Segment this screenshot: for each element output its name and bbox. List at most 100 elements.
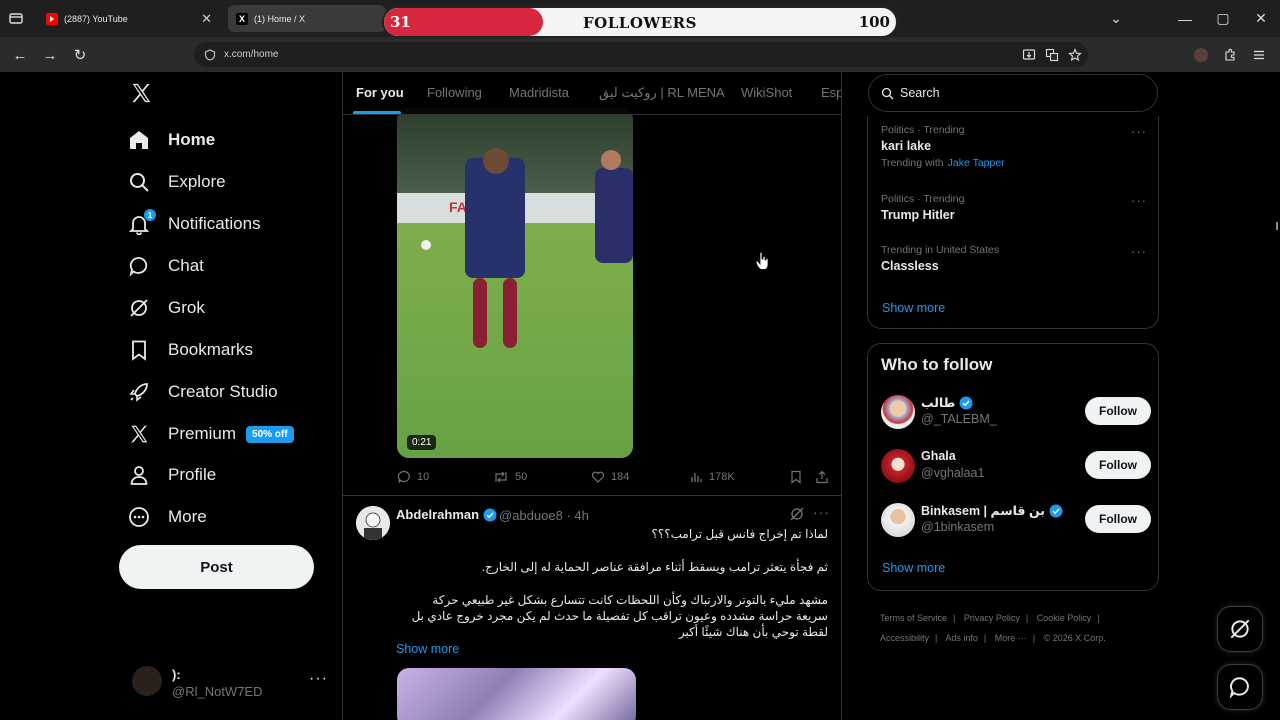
tweet-author-name[interactable]: Abdelrahman <box>396 507 497 522</box>
tweet-media[interactable] <box>397 668 636 720</box>
tweet-show-more-link[interactable]: Show more <box>396 642 459 656</box>
suggested-user[interactable]: Binkasem | بن قاسم @1binkasem Follow <box>881 500 1151 540</box>
reply-button[interactable]: 10 <box>397 470 429 484</box>
grok-floating-button[interactable] <box>1217 606 1263 652</box>
tweet-text-line: ثم فجأة يتعثر ترامب ويسقط أثناء مرافقة ع… <box>481 560 828 574</box>
profile-avatar-icon[interactable] <box>1190 44 1212 66</box>
url-field[interactable]: x.com/home <box>194 42 1088 67</box>
trend-category: Politics · Trending <box>881 124 965 136</box>
tab-for-you[interactable]: For you <box>356 85 404 100</box>
tab-search-chevron-icon[interactable]: ⌄ <box>1097 0 1135 37</box>
messages-floating-button[interactable] <box>1217 664 1263 710</box>
tab-esp[interactable]: Esp <box>821 85 841 100</box>
footer-copyright: © 2026 X Corp. <box>1043 633 1106 643</box>
reload-icon[interactable]: ↻ <box>68 44 92 66</box>
tab-actions-icon[interactable] <box>8 10 24 26</box>
followers-goal: 100 <box>858 13 890 31</box>
repost-count: 50 <box>515 471 528 483</box>
tab-wikishot[interactable]: WikiShot <box>741 85 792 100</box>
avatar[interactable] <box>881 395 915 429</box>
tab-rl-mena[interactable]: روكيت ليق | RL MENA <box>599 85 725 101</box>
forward-icon[interactable]: → <box>38 44 62 66</box>
close-window-icon[interactable]: ✕ <box>1242 0 1280 37</box>
trend-with-name[interactable]: Jake Tapper <box>948 157 1005 169</box>
footer-more-link[interactable]: More ··· <box>995 633 1027 643</box>
footer-sep: | <box>983 633 987 643</box>
tweet-time[interactable]: 4h <box>574 508 588 523</box>
verified-badge-icon <box>1049 504 1063 517</box>
nav-creator-studio[interactable]: Creator Studio <box>128 372 278 412</box>
account-switcher[interactable]: ): @Rl_NotW7ED ··· <box>132 664 342 704</box>
footer-ads-link[interactable]: Ads info <box>945 633 978 643</box>
install-app-icon[interactable] <box>1018 44 1040 66</box>
extensions-icon[interactable] <box>1219 44 1241 66</box>
suggested-user[interactable]: Ghala @vghalaa1 Follow <box>881 446 1151 486</box>
nav-more[interactable]: More <box>128 497 207 537</box>
bookmark-star-icon[interactable] <box>1064 44 1086 66</box>
tab-x-home[interactable]: X (1) Home / X <box>228 5 386 32</box>
translate-icon[interactable] <box>1041 44 1063 66</box>
nav-home[interactable]: Home <box>128 120 215 160</box>
grok-icon[interactable] <box>789 506 805 522</box>
nav-bookmarks[interactable]: Bookmarks <box>128 330 253 370</box>
views-button[interactable]: 178K <box>689 470 735 484</box>
back-icon[interactable]: ← <box>8 44 32 66</box>
video-player-torso <box>595 168 633 263</box>
avatar[interactable] <box>881 449 915 483</box>
repost-button[interactable]: 50 <box>493 470 527 484</box>
minimize-icon[interactable]: — <box>1166 0 1204 37</box>
trend-more-icon[interactable]: ··· <box>1131 193 1147 208</box>
view-count: 178K <box>709 471 735 483</box>
trend-title: Trump Hitler <box>881 208 955 222</box>
maximize-icon[interactable]: ▢ <box>1204 0 1242 37</box>
close-tab-icon[interactable]: ✕ <box>201 11 212 27</box>
footer-cookie-link[interactable]: Cookie Policy <box>1037 613 1092 623</box>
tweet-more-icon[interactable]: ··· <box>813 504 830 520</box>
bell-icon: 1 <box>128 209 156 235</box>
who-to-follow-show-more-link[interactable]: Show more <box>882 561 945 575</box>
tab-madridista[interactable]: Madridista <box>509 85 569 100</box>
tab-youtube[interactable]: (2887) YouTube ✕ <box>38 5 220 32</box>
x-logo-icon[interactable] <box>130 82 152 104</box>
nav-notifications[interactable]: 1 Notifications <box>128 204 261 244</box>
follow-button[interactable]: Follow <box>1085 397 1151 425</box>
suggested-user-name[interactable]: Binkasem | بن قاسم <box>921 503 1063 518</box>
grok-icon <box>128 297 150 319</box>
tab-following[interactable]: Following <box>427 85 482 100</box>
suggested-user-name[interactable]: طالب <box>921 395 973 410</box>
account-more-icon[interactable]: ··· <box>309 670 328 688</box>
trend-item[interactable]: Politics · Trending kari lake Trending w… <box>881 124 1151 169</box>
site-info-icon[interactable] <box>204 48 216 61</box>
tweet[interactable]: Abdelrahman @abduoe8 · 4h ··· لماذا تم إ… <box>343 496 841 720</box>
bookmark-button[interactable] <box>789 470 809 484</box>
share-button[interactable] <box>815 470 835 484</box>
nav-grok[interactable]: Grok <box>128 288 205 328</box>
trends-show-more-link[interactable]: Show more <box>882 301 945 315</box>
post-button[interactable]: Post <box>119 545 314 589</box>
follow-button[interactable]: Follow <box>1085 451 1151 479</box>
nav-chat[interactable]: Chat <box>128 246 204 286</box>
footer-accessibility-link[interactable]: Accessibility <box>880 633 929 643</box>
scrollbar-marker[interactable] <box>1276 222 1278 230</box>
tab-youtube-label: (2887) YouTube <box>64 13 128 24</box>
suggested-user-name[interactable]: Ghala <box>921 449 956 463</box>
search-input[interactable]: Search <box>868 74 1158 112</box>
suggested-user[interactable]: طالب @_TALEBM_ Follow <box>881 392 1151 432</box>
trend-item[interactable]: Politics · Trending Trump Hitler ··· <box>881 193 1151 222</box>
search-icon <box>881 87 894 99</box>
trend-item[interactable]: Trending in United States Classless ··· <box>881 244 1151 273</box>
nav-premium[interactable]: Premium 50% off <box>128 414 294 454</box>
like-button[interactable]: 184 <box>591 470 629 484</box>
follow-button[interactable]: Follow <box>1085 505 1151 533</box>
avatar[interactable] <box>356 506 390 540</box>
trend-more-icon[interactable]: ··· <box>1131 244 1147 259</box>
trend-more-icon[interactable]: ··· <box>1131 124 1147 139</box>
footer-privacy-link[interactable]: Privacy Policy <box>964 613 1020 623</box>
avatar[interactable] <box>881 503 915 537</box>
nav-profile[interactable]: Profile <box>128 455 216 495</box>
tweet-video[interactable]: FAQ طيران 0:21 <box>397 108 633 458</box>
tweet-author-handle[interactable]: @abduoe8 <box>499 508 563 523</box>
footer-terms-link[interactable]: Terms of Service <box>880 613 947 623</box>
browser-menu-icon[interactable] <box>1248 44 1270 66</box>
nav-explore[interactable]: Explore <box>128 162 226 202</box>
